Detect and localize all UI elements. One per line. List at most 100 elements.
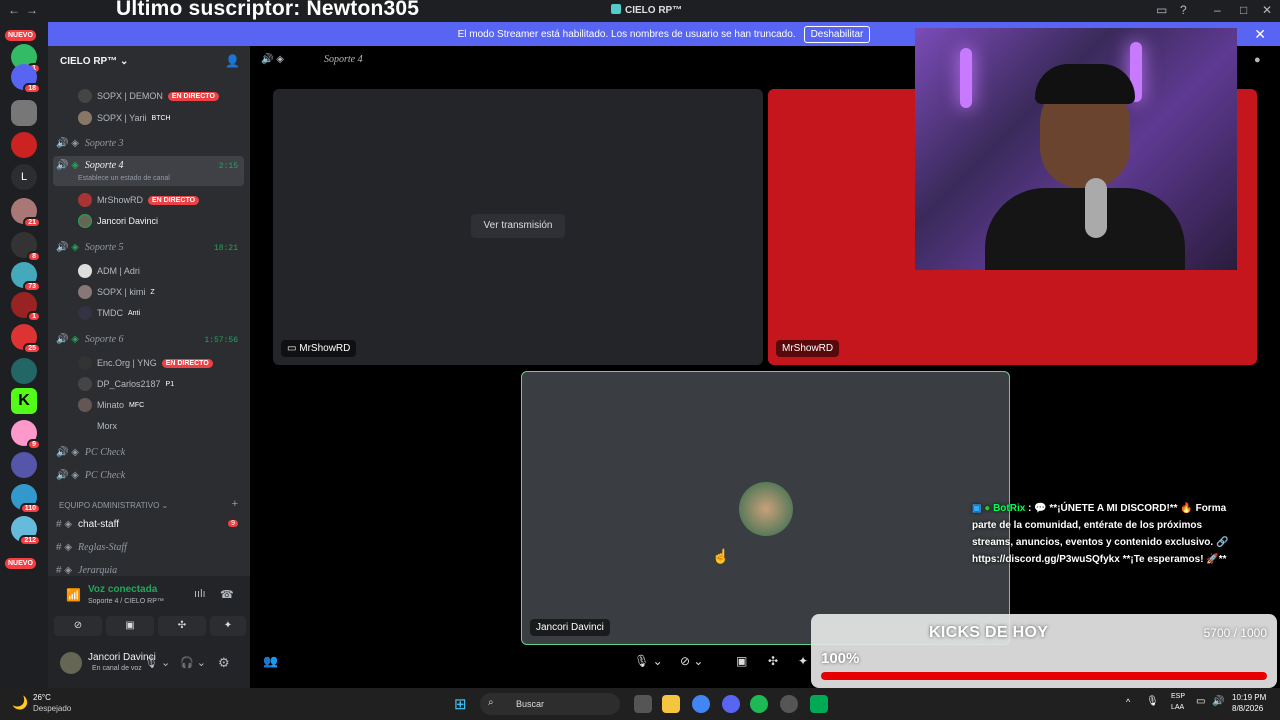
chat-icon[interactable]: ● [1254,54,1261,66]
text-channel-chat-staff[interactable]: # ◈ chat-staff [56,519,119,530]
kick-server-icon[interactable]: K [11,388,37,414]
chevron-up-icon[interactable]: ^ [1126,697,1130,707]
user-tile[interactable]: Jancori Davinci [521,371,1010,645]
server-icon[interactable] [11,358,37,384]
user-name: DP_Carlos2187 [97,379,161,389]
clock-date[interactable]: 8/8/2026 [1232,704,1263,713]
close-window-icon[interactable]: ✕ [1262,3,1272,17]
microphone-icon[interactable]: 🎙 [1146,696,1159,707]
search-icon: ⌕ [488,697,494,708]
server-icon[interactable]: 25 [11,324,41,354]
app-icon[interactable] [810,695,828,713]
activities-button[interactable]: ✣ [158,616,206,636]
disable-streamer-button[interactable]: Deshabilitar [803,25,871,43]
server-icon[interactable]: 1 [11,292,41,322]
keyboard-lang[interactable]: ESP [1171,693,1185,700]
forward-arrow-icon[interactable]: → [26,3,38,17]
close-icon[interactable]: ✕ [1254,26,1266,43]
voice-user[interactable]: SOPX | Yarii BTCH [78,111,171,125]
server-icon[interactable] [11,132,37,158]
add-user-icon[interactable]: 👤 [225,54,240,68]
inbox-icon[interactable]: ▭ [1156,3,1167,17]
discord-home-icon[interactable]: 18 [11,64,41,94]
maximize-icon[interactable]: □ [1240,3,1247,17]
chrome-icon[interactable] [692,695,710,713]
avatar [78,214,92,228]
user-tag: BTCH [151,114,171,122]
voice-location[interactable]: Soporte 4 / CIELO RP™ [88,598,164,605]
avatar [78,193,92,207]
server-icon[interactable]: 212 [11,516,41,546]
server-icon[interactable] [11,452,37,478]
soundboard-button[interactable]: ✦ [210,616,246,636]
network-icon[interactable]: ▭ [1196,696,1205,707]
speaker-icon: 🔊 ◈ [56,160,79,171]
voice-user[interactable]: MrShowRD EN DIRECTO [78,193,200,207]
server-name[interactable]: CIELO RP™ ⌄ [60,56,128,67]
taskbar-search[interactable]: Buscar [480,693,620,715]
voice-user[interactable]: DP_Carlos2187 P1 [78,377,174,391]
server-icon[interactable]: 73 [11,262,41,292]
voice-user[interactable]: ADM | Adri [78,264,140,278]
microphone-icon[interactable]: 🎙 ⌄ [144,656,170,669]
mute-mic-icon[interactable]: 🎙 ⌄ [634,654,663,668]
spotify-icon[interactable] [750,695,768,713]
voice-user[interactable]: TMDC Anti [78,306,140,320]
stage-channel-title: Soporte 4 [324,54,363,65]
server-icon[interactable]: 110 [11,484,41,514]
server-icon[interactable]: 21 [11,198,41,228]
text-channel-jerarquia[interactable]: # ◈ Jerarquia [56,565,117,576]
add-channel-icon[interactable]: + [232,498,238,510]
voice-user[interactable]: Enc.Org | YNG EN DIRECTO [78,356,213,370]
voice-user[interactable]: SOPX | kimi Z [78,285,155,299]
voice-channel-pc-check[interactable]: 🔊 ◈ PC Check [56,447,125,458]
avatar[interactable] [60,652,82,674]
windows-start-icon[interactable]: ⊞ [454,695,467,713]
voice-user[interactable]: Jancori Davinci [78,214,158,228]
camera-off-button[interactable]: ⊘ [54,616,102,636]
watch-stream-button[interactable]: Ver transmisión [471,214,565,238]
volume-icon[interactable]: 🔊 [1212,696,1224,707]
voice-user[interactable]: Minato MFC [78,398,144,412]
server-icon[interactable] [11,100,37,126]
help-icon[interactable]: ? [1180,3,1187,17]
channel-status[interactable]: Establece un estado de canal [78,175,170,182]
text-channel-reglas-staff[interactable]: # ◈ Reglas-Staff [56,542,127,553]
keyboard-layout[interactable]: LAA [1171,704,1184,711]
voice-channel-soporte-4[interactable]: 🔊 ◈ Soporte 4 [56,160,124,171]
disconnect-icon[interactable]: ☎ [220,588,234,601]
voice-user[interactable]: Morx [78,419,117,433]
server-letter-icon[interactable]: L [11,164,37,190]
soundboard-icon[interactable]: ✦ [798,654,808,668]
signal-icon[interactable]: 📶 [66,588,81,602]
back-arrow-icon[interactable]: ← [8,3,20,17]
task-view-icon[interactable] [634,695,652,713]
weather-temp[interactable]: 26°C [33,693,51,702]
settings-gear-icon[interactable]: ⚙ [218,655,230,671]
screen-share-button[interactable]: ▣ [106,616,154,636]
hash-icon: # ◈ [56,565,73,576]
voice-channel-soporte-3[interactable]: 🔊 ◈ Soporte 3 [56,138,124,149]
voice-channel-pc-check[interactable]: 🔊 ◈ PC Check [56,470,125,481]
weather-moon-icon[interactable]: 🌙 [12,695,28,711]
screen-share-icon[interactable]: ▣ [736,654,747,668]
server-icon[interactable]: 8 [11,232,41,262]
clock-time[interactable]: 10:19 PM [1232,693,1266,702]
soundboard-icon[interactable]: ıılı [194,588,206,600]
category-header[interactable]: EQUIPO ADMINISTRATIVO ⌄ [59,501,168,510]
file-explorer-icon[interactable] [662,695,680,713]
stream-overlay-title: Último suscriptor: Newton305 [116,0,420,20]
weather-desc[interactable]: Despejado [33,704,71,713]
invite-icon[interactable]: 👥 [263,654,278,668]
minimize-icon[interactable]: – [1214,3,1221,17]
app-icon[interactable] [780,695,798,713]
activities-icon[interactable]: ✣ [768,654,778,668]
headphones-icon[interactable]: 🎧 ⌄ [180,656,206,669]
camera-toggle-icon[interactable]: ⊘ ⌄ [680,654,703,668]
voice-channel-soporte-5[interactable]: 🔊 ◈ Soporte 5 [56,242,124,253]
channel-timer: 18:21 [213,244,238,253]
voice-channel-soporte-6[interactable]: 🔊 ◈ Soporte 6 [56,334,124,345]
discord-icon[interactable] [722,695,740,713]
server-icon[interactable]: 9 [11,420,41,450]
voice-user[interactable]: SOPX | DEMON EN DIRECTO [78,89,219,103]
